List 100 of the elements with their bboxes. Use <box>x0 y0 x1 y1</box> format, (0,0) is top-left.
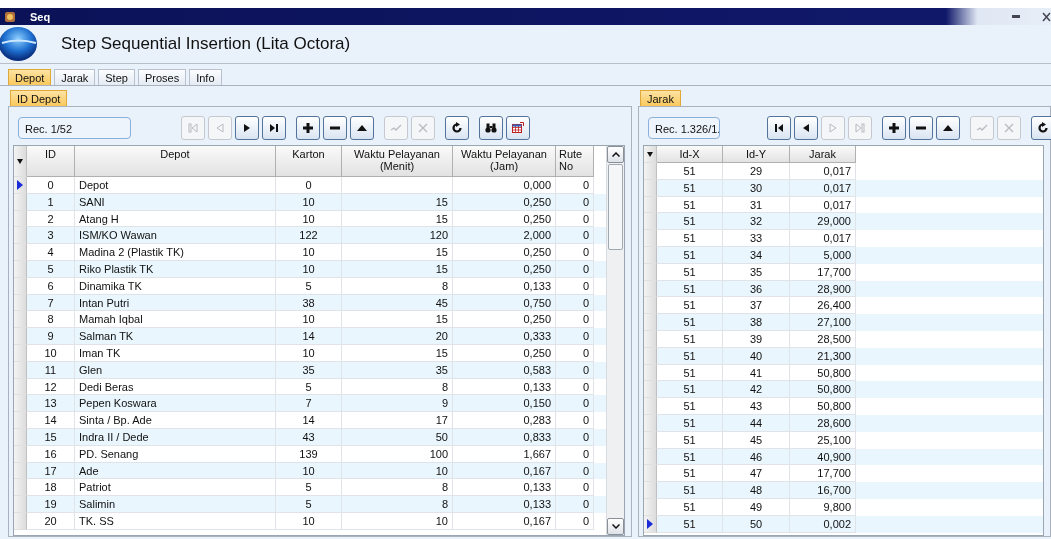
table-cell: 25,100 <box>790 431 856 449</box>
plus-icon <box>888 122 900 134</box>
table-cell: PD. Senang <box>75 445 276 463</box>
refresh-button[interactable] <box>445 116 469 140</box>
table-cell: 139 <box>276 445 342 463</box>
search-button[interactable] <box>479 116 503 140</box>
table-cell: 5 <box>276 277 342 295</box>
edit-button[interactable] <box>350 116 374 140</box>
table-cell: 10 <box>342 512 453 530</box>
table-cell: 0,250 <box>453 344 556 362</box>
column-header[interactable]: Karton <box>276 146 342 177</box>
skip-back-icon <box>773 122 785 134</box>
table-cell: Salman TK <box>75 328 276 345</box>
column-menu-button[interactable] <box>14 146 27 177</box>
table-cell: 0 <box>556 193 594 211</box>
table-cell: Riko Plastik TK <box>75 261 276 278</box>
table-cell: 8 <box>342 277 453 295</box>
tab[interactable]: Step <box>98 69 135 85</box>
column-header[interactable]: Rute No <box>556 146 594 177</box>
column-header[interactable]: Waktu Pelayanan (Menit) <box>342 146 453 177</box>
table-cell: 16 <box>27 445 75 463</box>
table-cell: 43 <box>276 428 342 446</box>
column-header[interactable]: Id-X <box>657 146 723 163</box>
app-icon <box>4 10 16 23</box>
column-header[interactable]: Waktu Pelayanan (Jam) <box>453 146 556 177</box>
insert-button[interactable] <box>296 116 320 140</box>
vertical-scrollbar[interactable] <box>606 146 624 535</box>
table-cell: 51 <box>657 448 723 466</box>
plus-icon <box>302 122 314 134</box>
table-cell: 0 <box>556 227 594 245</box>
column-header[interactable]: Id-Y <box>723 146 790 163</box>
insert-button[interactable] <box>882 116 906 140</box>
table-cell: 5 <box>27 261 75 278</box>
table-cell: 0 <box>556 496 594 513</box>
table-cell: 36 <box>723 280 790 298</box>
table-cell: 0,017 <box>790 230 856 247</box>
table-cell: ISM/KO Wawan <box>75 227 276 245</box>
tab[interactable]: Depot <box>8 69 52 85</box>
table-cell: 28,500 <box>790 330 856 348</box>
table-cell: Indra II / Dede <box>75 428 276 446</box>
table-cell: SANI <box>75 193 276 211</box>
table-cell: 16,700 <box>790 482 856 499</box>
table-cell: 15 <box>342 244 453 261</box>
column-header[interactable]: ID <box>27 146 75 177</box>
tab[interactable]: ID Depot <box>10 90 68 106</box>
export-button[interactable] <box>506 116 530 140</box>
table-cell: 51 <box>657 498 723 516</box>
table-cell: 35 <box>276 361 342 379</box>
tab[interactable]: Info <box>189 69 222 85</box>
table-cell: 0 <box>556 261 594 278</box>
binoculars-icon <box>485 122 497 134</box>
table-cell: 51 <box>657 398 723 415</box>
triangle-down-icon <box>17 158 23 164</box>
table-cell: 3 <box>27 227 75 245</box>
delete-button[interactable] <box>909 116 933 140</box>
table-cell: 0,583 <box>453 361 556 379</box>
skip-forward-icon <box>268 122 280 134</box>
table-cell: 5,000 <box>790 247 856 264</box>
table-cell: 10 <box>276 512 342 530</box>
tab[interactable]: Jarak <box>640 90 681 106</box>
table-cell: 27,100 <box>790 314 856 331</box>
window-title: Seq <box>30 10 51 23</box>
row-indicator[interactable] <box>14 177 27 194</box>
table-cell: 51 <box>657 515 723 533</box>
column-menu-button[interactable] <box>644 146 657 163</box>
table-cell: 33 <box>723 230 790 247</box>
table-cell: 51 <box>657 314 723 331</box>
table-cell: 38 <box>723 314 790 331</box>
table-cell: 0,833 <box>453 428 556 446</box>
close-icon[interactable] <box>1042 11 1051 22</box>
table-cell: 51 <box>657 230 723 247</box>
tab[interactable]: Jarak <box>54 69 96 85</box>
table-cell: 21,300 <box>790 347 856 365</box>
delete-button[interactable] <box>323 116 347 140</box>
table-cell: Salimin <box>75 496 276 513</box>
scrollbar-thumb[interactable] <box>608 164 623 250</box>
table-cell: 0,017 <box>790 179 856 197</box>
table-cell: 0 <box>556 177 594 194</box>
first-button[interactable] <box>767 116 791 140</box>
table-cell: 10 <box>27 344 75 362</box>
last-button[interactable] <box>262 116 286 140</box>
next-button[interactable] <box>235 116 259 140</box>
table-cell: 0 <box>276 177 342 194</box>
prior-button[interactable] <box>794 116 818 140</box>
column-header[interactable]: Depot <box>75 146 276 177</box>
table-cell: 51 <box>657 347 723 365</box>
table-cell: 51 <box>657 163 723 180</box>
edit-button[interactable] <box>936 116 960 140</box>
refresh-icon <box>1037 122 1049 134</box>
table-cell: 14 <box>276 412 342 429</box>
table-cell: 14 <box>276 328 342 345</box>
tab[interactable]: Proses <box>137 69 187 85</box>
column-header[interactable]: Jarak <box>790 146 856 163</box>
x-icon <box>417 122 429 134</box>
table-cell: 9 <box>342 395 453 413</box>
table-cell: 0,000 <box>453 177 556 194</box>
table-cell: 50 <box>342 428 453 446</box>
refresh-button[interactable] <box>1031 116 1051 140</box>
minimize-icon[interactable] <box>1012 14 1020 19</box>
table-cell: 10 <box>276 261 342 278</box>
